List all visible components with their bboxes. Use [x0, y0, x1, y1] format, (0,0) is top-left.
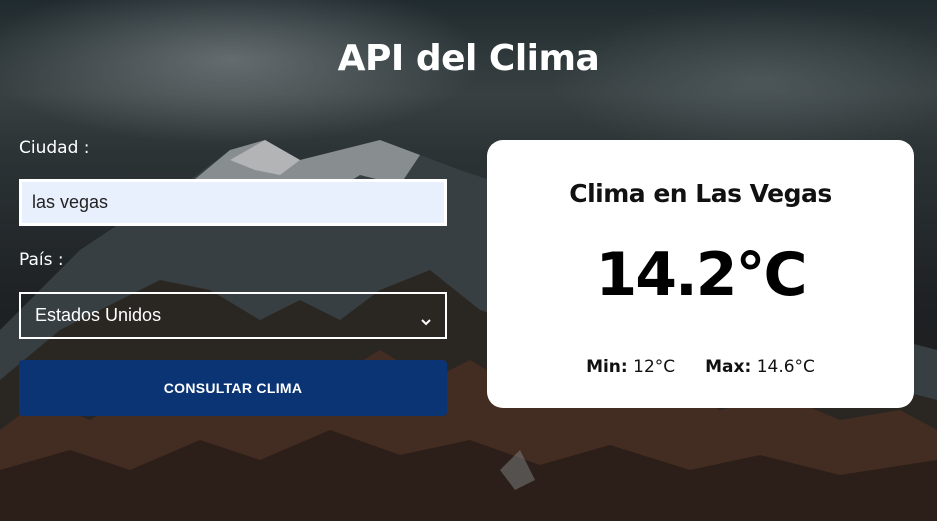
- country-label: País :: [19, 250, 64, 270]
- country-select[interactable]: Estados Unidos: [19, 292, 447, 339]
- result-title: Clima en Las Vegas: [569, 179, 832, 208]
- city-label: Ciudad :: [19, 138, 90, 158]
- min-label: Min:: [586, 357, 628, 377]
- min-max-row: Min: 12°C Max: 14.6°C: [487, 357, 914, 377]
- min-value: 12°C: [633, 357, 676, 377]
- chevron-down-icon: [421, 311, 431, 325]
- min-temperature: Min: 12°C: [586, 357, 675, 377]
- max-temperature: Max: 14.6°C: [705, 357, 815, 377]
- weather-form: Ciudad : las vegas País : Estados Unidos…: [19, 136, 447, 416]
- current-temperature: 14.2°C: [595, 240, 807, 310]
- consult-weather-button[interactable]: CONSULTAR CLIMA: [19, 360, 447, 416]
- city-input[interactable]: las vegas: [19, 179, 447, 226]
- country-select-value: Estados Unidos: [35, 305, 162, 325]
- city-input-value: las vegas: [32, 192, 109, 212]
- page-title: API del Clima: [337, 38, 600, 79]
- max-value: 14.6°C: [756, 357, 815, 377]
- weather-result-card: Clima en Las Vegas 14.2°C Min: 12°C Max:…: [487, 140, 914, 408]
- max-label: Max:: [705, 357, 752, 377]
